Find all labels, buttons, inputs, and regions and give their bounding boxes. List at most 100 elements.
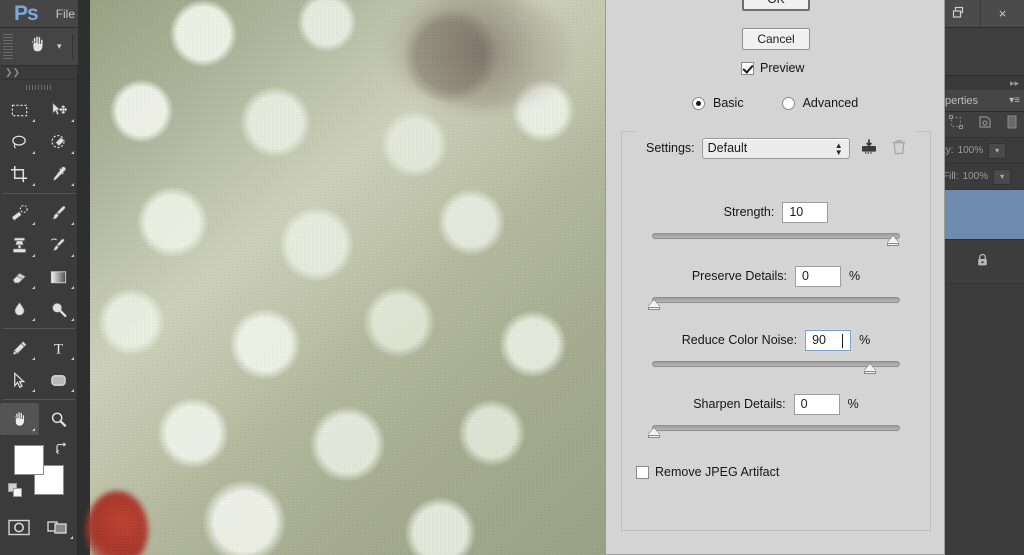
preserve-details-slider-thumb[interactable] — [648, 300, 661, 311]
layer-row-selected[interactable] — [941, 190, 1024, 240]
sharpen-details-slider-thumb[interactable] — [648, 428, 661, 439]
tool-horizontal-type[interactable]: T — [39, 332, 78, 364]
ok-button[interactable]: OK — [742, 0, 810, 11]
reduce-color-noise-input[interactable]: 90 — [805, 329, 852, 351]
tool-brush[interactable] — [39, 197, 78, 229]
fill-label: Fill: — [943, 171, 959, 182]
marquee-icon — [10, 101, 29, 120]
strength-label: Strength: — [723, 205, 775, 219]
window-controls: × — [936, 0, 1024, 28]
swap-arrows-icon[interactable] — [54, 441, 68, 458]
blur-drop-icon — [10, 300, 29, 319]
settings-select[interactable]: Default ▲ ▼ — [701, 137, 850, 159]
tool-move[interactable] — [39, 94, 78, 126]
remove-jpeg-artifact-label: Remove JPEG Artifact — [655, 465, 780, 479]
tool-eyedropper[interactable] — [39, 158, 78, 190]
settings-select-spinner-icon: ▲ ▼ — [834, 140, 843, 157]
screen-mode-button[interactable] — [39, 511, 78, 543]
tool-path-selection[interactable] — [0, 364, 39, 396]
photoshop-window: Ps File × ▾ ▸▸ perties ▾≡ ty: 100% ▾ Fil… — [0, 0, 1024, 555]
active-tool-preset-button[interactable] — [21, 32, 55, 62]
tools-separator-2 — [3, 328, 75, 329]
text-caret — [842, 333, 844, 348]
tool-preset-dropdown[interactable]: ▾ — [57, 41, 62, 52]
document-canvas[interactable] — [78, 0, 605, 555]
strength-slider-track[interactable] — [652, 233, 900, 239]
tool-gradient[interactable] — [39, 261, 78, 293]
tool-quick-selection[interactable] — [39, 126, 78, 158]
sharpen-details-slider-track[interactable] — [652, 425, 900, 431]
image-noise-overlay — [90, 0, 605, 555]
photoshop-logo: Ps — [14, 1, 39, 25]
foreground-color-swatch[interactable] — [14, 445, 44, 475]
healing-brush-icon — [10, 204, 29, 223]
tool-spot-healing-brush[interactable] — [0, 197, 39, 229]
right-panel-top-area — [941, 28, 1024, 76]
mask-icon[interactable] — [978, 115, 992, 134]
advanced-radio[interactable] — [781, 96, 795, 110]
save-settings-button[interactable] — [858, 137, 880, 159]
opacity-field-row[interactable]: ty: 100% ▾ — [941, 138, 1024, 164]
tool-rectangular-marquee[interactable] — [0, 94, 39, 126]
remove-jpeg-artifact-checkbox[interactable] — [636, 465, 649, 479]
strength-header: Strength: 10 — [621, 201, 931, 223]
quick-mask-icon — [8, 519, 30, 536]
tool-dodge[interactable] — [39, 293, 78, 325]
fill-field-row[interactable]: Fill: 100% ▾ — [941, 164, 1024, 190]
reduce-color-noise-slider[interactable] — [652, 358, 900, 376]
options-separator — [71, 34, 73, 59]
preserve-details-slider[interactable] — [648, 294, 900, 312]
preview-checkbox[interactable] — [741, 61, 754, 75]
layer-row-background[interactable] — [941, 240, 1024, 284]
tool-hand[interactable] — [0, 403, 39, 435]
tool-history-brush[interactable] — [39, 229, 78, 261]
menu-item-file[interactable]: File — [56, 7, 75, 21]
type-T-icon: T — [49, 339, 68, 358]
tool-pen[interactable] — [0, 332, 39, 364]
rounded-rect-icon — [49, 371, 68, 390]
default-colors-icon[interactable] — [8, 483, 24, 504]
tool-clone-stamp[interactable] — [0, 229, 39, 261]
strength-slider[interactable] — [652, 230, 900, 248]
preserve-details-header: Preserve Details: 0 % — [621, 265, 931, 287]
preview-checkbox-row[interactable]: Preview — [741, 61, 804, 75]
magnifier-icon — [49, 410, 68, 429]
reduce-color-noise-slider-thumb[interactable] — [864, 364, 877, 375]
gradient-icon — [49, 268, 68, 287]
swatch-icon[interactable] — [1007, 115, 1017, 134]
tools-panel-gripper[interactable] — [0, 80, 77, 94]
cancel-button[interactable]: Cancel — [742, 28, 810, 50]
quick-mask-button[interactable] — [0, 511, 39, 543]
reduce-color-noise-header: Reduce Color Noise: 90 % — [621, 329, 931, 351]
lasso-icon — [10, 133, 29, 152]
sharpen-details-label: Sharpen Details: — [693, 397, 786, 411]
properties-panel-tab[interactable]: perties ▾≡ — [941, 90, 1024, 112]
tool-crop[interactable] — [0, 158, 39, 190]
strength-input[interactable]: 10 — [782, 201, 829, 223]
preserve-details-slider-track[interactable] — [652, 297, 900, 303]
reduce-color-noise-slider-track[interactable] — [652, 361, 900, 367]
opacity-value: 100% — [957, 145, 984, 156]
tool-blur[interactable] — [0, 293, 39, 325]
tool-zoom[interactable] — [39, 403, 78, 435]
sharpen-details-input[interactable]: 0 — [793, 393, 840, 415]
restore-icon — [952, 6, 965, 22]
panel-collapse-button[interactable]: ▸▸ — [941, 76, 1024, 90]
opacity-dropdown-icon[interactable]: ▾ — [988, 142, 1007, 159]
panel-menu-icon[interactable]: ▾≡ — [1009, 95, 1024, 106]
fill-dropdown-icon[interactable]: ▾ — [993, 168, 1012, 185]
tool-eraser[interactable] — [0, 261, 39, 293]
tool-rounded-rectangle[interactable] — [39, 364, 78, 396]
sharpen-details-slider[interactable] — [648, 422, 900, 440]
basic-radio[interactable] — [692, 96, 705, 110]
delete-settings-button[interactable] — [888, 137, 910, 159]
tool-lasso[interactable] — [0, 126, 39, 158]
preserve-details-input[interactable]: 0 — [795, 265, 842, 287]
tools-panel-handle[interactable]: ❯❯ — [0, 66, 77, 80]
close-button[interactable]: × — [980, 0, 1024, 27]
strength-slider-thumb[interactable] — [886, 236, 900, 247]
move-icon — [49, 101, 68, 120]
options-bar-grip[interactable] — [3, 33, 13, 60]
remove-jpeg-artifact-row[interactable]: Remove JPEG Artifact — [636, 465, 779, 479]
transform-icon[interactable] — [948, 115, 963, 134]
